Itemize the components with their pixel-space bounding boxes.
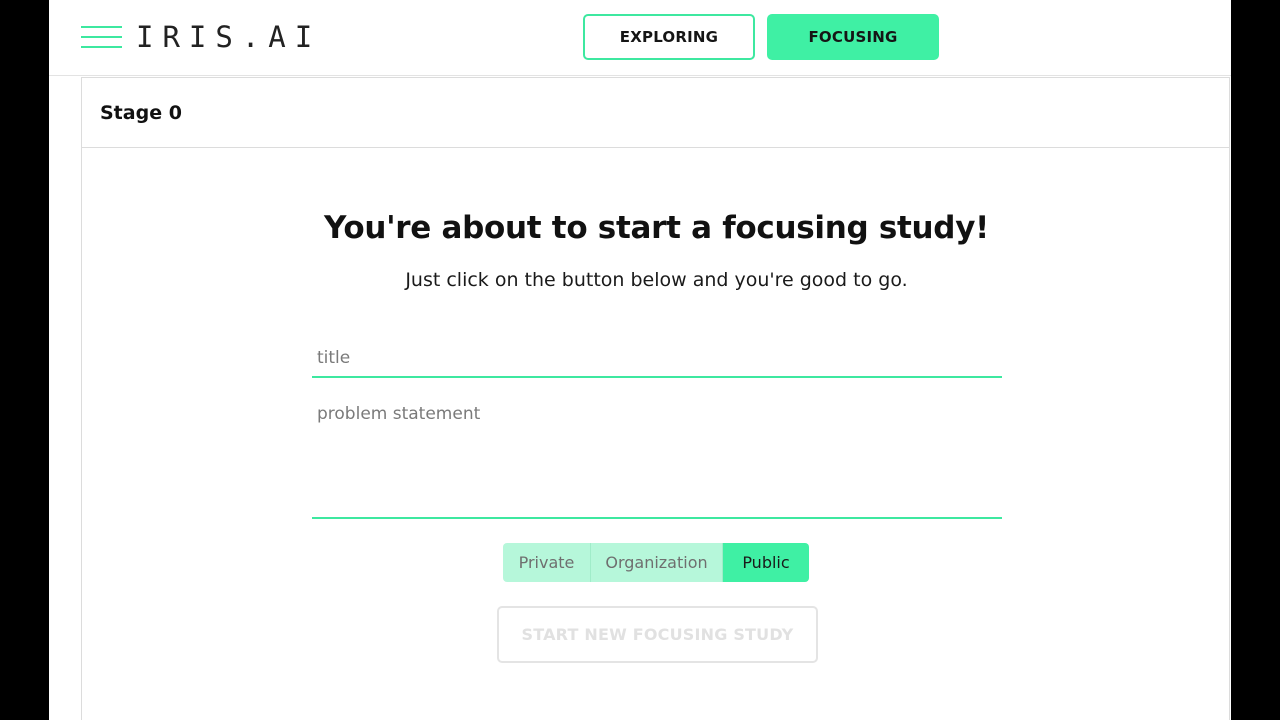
page-subtitle: Just click on the button below and you'r… — [405, 269, 908, 291]
panel-header: Stage 0 — [82, 78, 1229, 148]
title-input[interactable] — [312, 340, 1002, 374]
menu-line — [81, 46, 122, 48]
problem-statement-input[interactable] — [312, 400, 1002, 512]
exploring-mode-button[interactable]: EXPLORING — [583, 14, 755, 60]
visibility-option-private[interactable]: Private — [503, 543, 591, 582]
start-focusing-study-button[interactable]: START NEW FOCUSING STUDY — [497, 606, 818, 663]
focusing-study-panel: Stage 0 You're about to start a focusing… — [81, 77, 1230, 720]
visibility-option-public[interactable]: Public — [723, 543, 809, 582]
app-window: IRIS.AI EXPLORING FOCUSING Stage 0 You'r… — [49, 0, 1231, 720]
page-title: You're about to start a focusing study! — [324, 210, 989, 246]
visibility-selector: Private Organization Public — [503, 543, 809, 582]
focusing-mode-button[interactable]: FOCUSING — [767, 14, 939, 60]
menu-line — [81, 26, 122, 28]
menu-line — [81, 36, 122, 38]
problem-field-container — [312, 400, 1002, 519]
title-field-container — [312, 340, 1002, 378]
stage-title: Stage 0 — [100, 101, 182, 124]
top-bar: IRIS.AI EXPLORING FOCUSING — [49, 0, 1231, 76]
logo: IRIS.AI — [136, 20, 322, 54]
hamburger-menu-icon[interactable] — [81, 26, 122, 48]
visibility-option-organization[interactable]: Organization — [591, 543, 723, 582]
